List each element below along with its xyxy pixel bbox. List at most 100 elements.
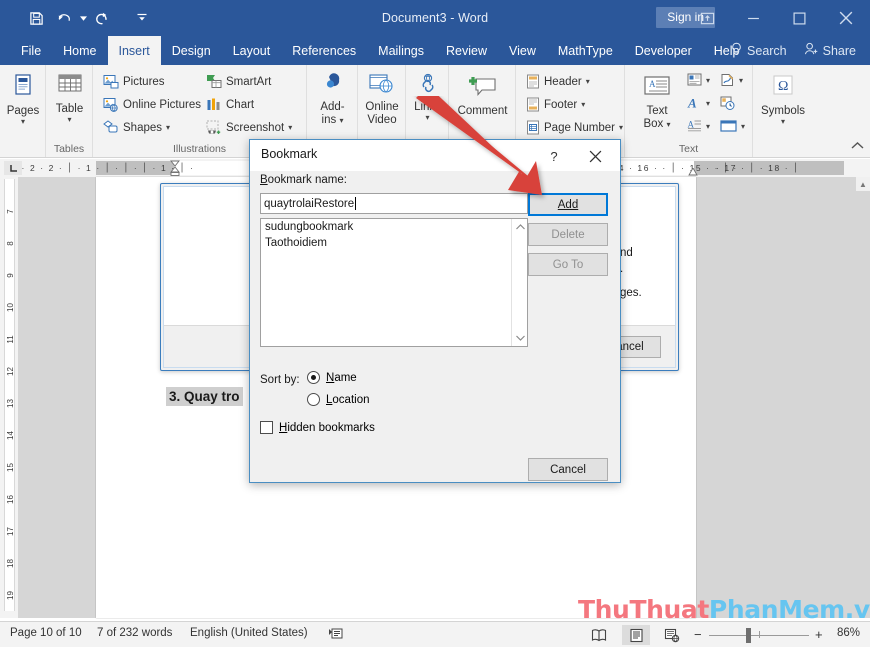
symbols-button[interactable]: Ω Symbols ▾ [753,75,813,126]
smartart-button[interactable]: SmartArt [206,74,271,89]
checkbox-hidden-bookmarks-icon [260,421,273,434]
web-layout-icon[interactable] [658,625,686,645]
bookmark-name-input[interactable]: quaytrolaiRestore [260,193,528,214]
dialog-close-icon[interactable] [578,145,612,167]
tab-mathtype[interactable]: MathType [547,36,624,65]
vruler-num: 8 [6,241,15,246]
pages-button[interactable]: Pages ▾ [0,73,46,126]
comment-button[interactable]: Comment [449,75,516,118]
hidden-bookmarks-checkbox[interactable]: Hidden bookmarks [260,421,375,434]
bookmark-list[interactable]: sudungbookmark Taothoidiem [260,218,528,347]
tab-review[interactable]: Review [435,36,498,65]
left-indent-marker-icon[interactable] [170,160,180,178]
page-number-button[interactable]: Page Number ▾ [526,120,623,135]
bookmark-dialog[interactable]: Bookmark ? Bookmark name: quaytrolaiRest… [249,139,621,483]
tab-design[interactable]: Design [161,36,222,65]
tab-mailings[interactable]: Mailings [367,36,435,65]
sort-by-name-radio[interactable]: Name [307,371,357,384]
header-button[interactable]: Header ▾ [526,74,590,89]
watermark-part-2: PhanMem [708,595,845,624]
pictures-button[interactable]: Pictures [103,74,165,89]
tab-home[interactable]: Home [52,36,107,65]
text-box-button[interactable]: A Text Box ▾ [635,75,679,131]
screenshot-dropdown-icon[interactable]: ▾ [288,124,292,132]
wordart-button[interactable]: A ▾ [687,96,710,110]
read-mode-icon[interactable] [585,625,613,645]
delete-button[interactable]: Delete [528,223,608,246]
ribbon-group-symbols: Ω Symbols ▾ [753,65,813,157]
object-dropdown-icon[interactable]: ▾ [741,122,745,130]
zoom-slider-thumb[interactable] [746,628,751,643]
share-button[interactable]: Share [798,42,862,59]
addins-button[interactable]: Add- ins ▾ [307,73,358,127]
online-video-button[interactable]: Online Video [358,73,406,127]
watermark-part-3: .vn [844,595,870,624]
scroll-down-icon[interactable] [512,330,527,346]
text-box-label-1: Text [646,105,668,117]
tab-references[interactable]: References [281,36,367,65]
footer-button[interactable]: Footer ▾ [526,97,585,112]
cancel-button[interactable]: Cancel [528,458,608,481]
quick-parts-dropdown-icon[interactable]: ▾ [706,76,710,84]
zoom-in-button[interactable]: + [815,628,823,641]
zoom-out-button[interactable]: − [694,628,702,641]
tab-view[interactable]: View [498,36,547,65]
screenshot-button[interactable]: Screenshot ▾ [206,120,292,135]
bookmark-dialog-titlebar[interactable]: Bookmark ? [250,140,620,171]
pages-dropdown-icon[interactable]: ▾ [21,118,25,126]
goto-button[interactable]: Go To [528,253,608,276]
signature-line-dropdown-icon[interactable]: ▾ [739,76,743,84]
table-button[interactable]: Table ▾ [46,73,93,124]
vertical-ruler[interactable]: 7 8 9 10 11 12 13 14 15 16 17 18 19 [0,177,18,618]
bookmark-list-scrollbar[interactable] [511,219,527,346]
signature-line-icon [720,73,735,87]
close-icon[interactable] [822,0,870,36]
links-dropdown-icon[interactable]: ▾ [425,114,429,122]
tab-layout[interactable]: Layout [222,36,282,65]
scroll-up-icon[interactable] [512,219,527,235]
delete-button-label: Delete [551,228,585,241]
language-indicator[interactable]: English (United States) [190,627,308,639]
object-button[interactable]: ▾ [720,119,745,133]
print-layout-icon[interactable] [622,625,650,645]
omega-icon: Ω [770,75,796,103]
text-box-dropdown-icon[interactable]: ▾ [667,120,671,129]
drop-cap-dropdown-icon[interactable]: ▾ [706,122,710,130]
add-button[interactable]: Add [528,193,608,216]
tab-developer[interactable]: Developer [624,36,703,65]
wordart-dropdown-icon[interactable]: ▾ [706,99,710,107]
search-button[interactable]: Search [724,42,793,59]
signature-line-button[interactable]: ▾ [720,73,743,87]
chart-button[interactable]: Chart [206,97,254,112]
proofing-errors-icon[interactable] [328,626,343,644]
addins-dropdown-icon[interactable]: ▾ [339,116,343,125]
symbols-dropdown-icon[interactable]: ▾ [781,118,785,126]
page-indicator[interactable]: Page 10 of 10 [10,627,82,639]
ribbon-display-options-icon[interactable] [684,0,730,36]
maximize-icon[interactable] [776,0,822,36]
list-item[interactable]: sudungbookmark [261,219,527,235]
vertical-ruler-track: 7 8 9 10 11 12 13 14 15 16 17 18 19 [4,179,15,611]
page-number-dropdown-icon[interactable]: ▾ [619,124,623,132]
tab-file[interactable]: File [10,36,52,65]
drop-cap-button[interactable]: A ▾ [687,119,710,133]
word-count[interactable]: 7 of 232 words [97,627,172,639]
footer-dropdown-icon[interactable]: ▾ [581,101,585,109]
shapes-dropdown-icon[interactable]: ▾ [166,124,170,132]
sort-by-location-radio[interactable]: Location [307,393,370,406]
table-dropdown-icon[interactable]: ▾ [67,116,71,124]
online-pictures-button[interactable]: Online Pictures [103,97,201,112]
header-dropdown-icon[interactable]: ▾ [586,78,590,86]
date-time-button[interactable] [720,96,735,110]
help-icon[interactable]: ? [540,145,568,167]
vruler-num: 12 [6,367,15,376]
collapse-ribbon-icon[interactable] [851,141,864,153]
links-button[interactable]: Links ▾ [406,73,449,122]
shapes-button[interactable]: Shapes ▾ [103,120,170,135]
scroll-up-arrow-icon[interactable]: ▲ [856,177,870,191]
list-item[interactable]: Taothoidiem [261,235,527,251]
quick-parts-button[interactable]: ▾ [687,73,710,87]
zoom-level[interactable]: 86% [837,627,860,639]
minimize-icon[interactable] [730,0,776,36]
tab-insert[interactable]: Insert [107,36,161,65]
